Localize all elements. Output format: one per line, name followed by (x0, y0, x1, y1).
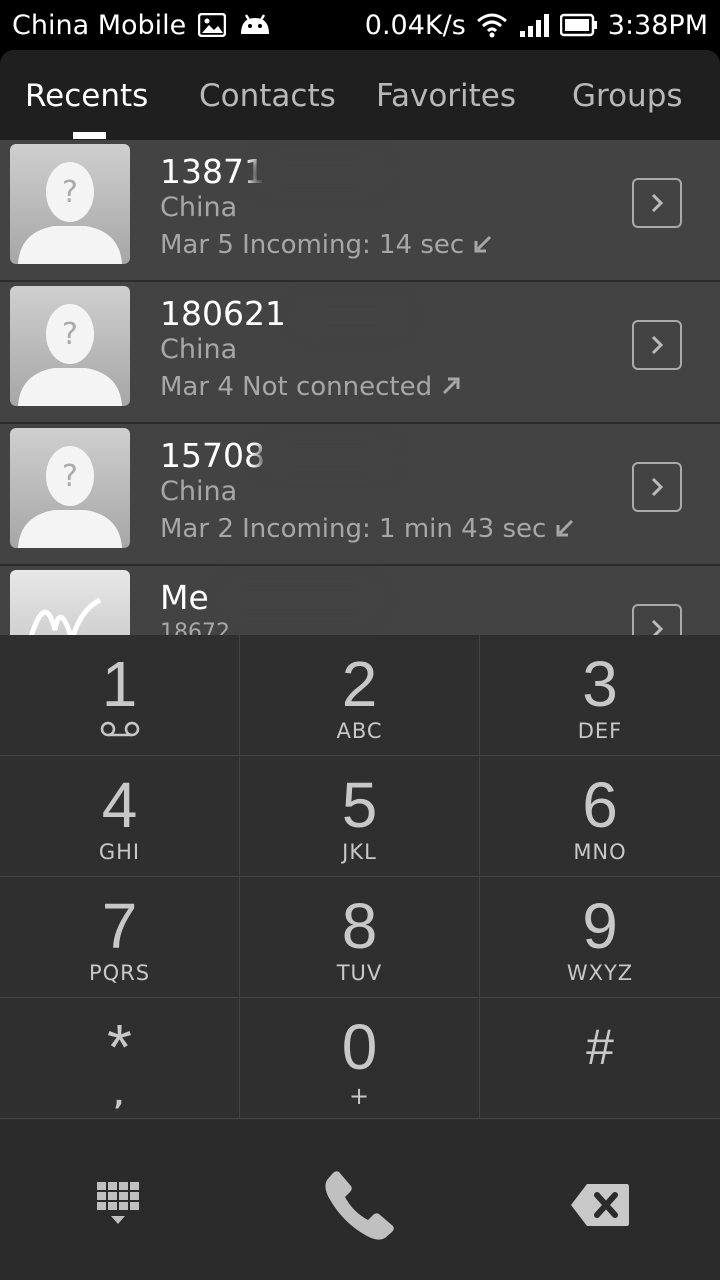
call-row[interactable]: ? 180621 China Mar 4 Not connected (0, 282, 720, 424)
redaction-blur (215, 580, 385, 620)
incoming-call-arrow-icon (556, 514, 574, 544)
dialpad-key-1[interactable]: 1 (0, 635, 240, 756)
key-digit: 0 (341, 1011, 378, 1083)
key-digit: * (107, 1011, 132, 1083)
call-location: China (160, 192, 238, 223)
voicemail-icon (100, 721, 140, 741)
key-digit: 1 (101, 648, 138, 720)
call-detail-text: Mar 5 Incoming: 14 sec (160, 230, 465, 260)
dialpad-key-2[interactable]: 2 ABC (240, 635, 480, 756)
status-bar: China Mobile 0.04K/s 3:38PM (0, 0, 720, 50)
dialpad-key-6[interactable]: 6 MNO (480, 756, 720, 877)
net-speed: 0.04K/s (364, 9, 466, 41)
dialpad-key-8[interactable]: 8 TUV (240, 877, 480, 998)
key-letters: + (348, 1082, 371, 1110)
clock: 3:38PM (607, 9, 708, 41)
tab-groups[interactable]: Groups (572, 78, 683, 114)
call-row[interactable]: ? 15708 China Mar 2 Incoming: 1 min 43 s… (0, 424, 720, 566)
call-detail-button[interactable] (632, 604, 682, 635)
call-detail: Mar 2 Incoming: 1 min 43 sec (160, 514, 574, 544)
tab-contacts[interactable]: Contacts (199, 78, 336, 114)
call-button[interactable] (310, 1165, 410, 1245)
call-detail-text: Mar 4 Not connected (160, 372, 433, 402)
call-detail: Mar 4 Not connected (160, 372, 460, 402)
contact-photo-avatar (10, 570, 130, 635)
svg-text:?: ? (62, 317, 78, 352)
key-digit: 6 (582, 769, 618, 841)
dialpad-key-3[interactable]: 3 DEF (480, 635, 720, 756)
phone-app-panel: Recents Contacts Favorites Groups ? 1387… (0, 50, 720, 1280)
dialpad-key-4[interactable]: 4 GHI (0, 756, 240, 877)
chevron-right-icon (651, 335, 664, 355)
backspace-button[interactable] (550, 1165, 650, 1245)
key-letters: TUV (336, 961, 383, 985)
call-row[interactable]: Me 18672 (0, 566, 720, 635)
dialpad-key-7[interactable]: 7 PQRS (0, 877, 240, 998)
key-digit: 7 (101, 890, 138, 962)
battery-icon (559, 13, 598, 37)
android-icon (238, 12, 272, 38)
call-location: China (160, 476, 238, 507)
signal-icon (518, 12, 550, 38)
svg-text:?: ? (62, 459, 78, 494)
tab-bar: Recents Contacts Favorites Groups (0, 50, 720, 140)
key-letters: MNO (573, 840, 627, 864)
incoming-call-arrow-icon (474, 230, 492, 260)
tab-favorites[interactable]: Favorites (376, 78, 516, 114)
key-letters: DEF (577, 719, 623, 743)
outgoing-call-arrow-icon (442, 372, 460, 402)
dialpad: 1 2 ABC 3 DEF 4 GHI 5 JKL 6 MNO 7 PQRS 8… (0, 635, 720, 1120)
key-digit: 3 (582, 648, 618, 720)
redaction-blur (290, 296, 410, 336)
recent-calls-list[interactable]: ? 13871 China Mar 5 Incoming: 14 sec ? 1… (0, 140, 720, 635)
chevron-right-icon (651, 193, 664, 213)
call-location: 18672 (160, 620, 230, 635)
key-digit: 8 (341, 890, 378, 962)
dialpad-key-9[interactable]: 9 WXYZ (480, 877, 720, 998)
chevron-right-icon (651, 619, 664, 635)
chevron-right-icon (651, 477, 664, 497)
wifi-icon (476, 12, 508, 38)
dialpad-toggle-icon (97, 1182, 139, 1224)
key-letters: JKL (342, 840, 377, 864)
image-notification-icon (198, 13, 227, 37)
dialpad-key-0[interactable]: 0 + (240, 998, 480, 1119)
dialpad-key-star[interactable]: * , (0, 998, 240, 1119)
key-letters: GHI (98, 840, 141, 864)
dialpad-key-hash[interactable]: # (480, 998, 720, 1119)
redaction-blur (250, 154, 390, 194)
redaction-blur (258, 438, 398, 478)
key-letters: WXYZ (566, 961, 634, 985)
key-letters: PQRS (88, 961, 151, 985)
dialer-action-bar (0, 1120, 720, 1280)
carrier-label: China Mobile (12, 9, 187, 41)
contact-name: Me (160, 578, 209, 617)
tab-recents[interactable]: Recents (25, 78, 148, 114)
call-number: 15708 (160, 436, 265, 475)
unknown-contact-avatar-icon: ? (10, 144, 130, 264)
call-detail-text: Mar 2 Incoming: 1 min 43 sec (160, 514, 547, 544)
call-detail: Mar 5 Incoming: 14 sec (160, 230, 492, 260)
key-digit: 4 (101, 769, 138, 841)
call-icon (325, 1171, 394, 1240)
key-digit: 2 (341, 648, 378, 720)
unknown-contact-avatar-icon: ? (10, 428, 130, 548)
active-tab-indicator (73, 132, 106, 139)
dialpad-key-5[interactable]: 5 JKL (240, 756, 480, 877)
backspace-icon (571, 1184, 629, 1226)
key-letters: , (114, 1082, 125, 1112)
dialpad-toggle-button[interactable] (68, 1165, 168, 1245)
call-number: 180621 (160, 294, 286, 333)
key-letters: ABC (336, 719, 383, 743)
unknown-contact-avatar-icon: ? (10, 286, 130, 406)
call-row[interactable]: ? 13871 China Mar 5 Incoming: 14 sec (0, 140, 720, 282)
call-detail-button[interactable] (632, 462, 682, 512)
key-digit: # (586, 1019, 614, 1075)
call-detail-button[interactable] (632, 178, 682, 228)
key-digit: 9 (582, 890, 618, 962)
svg-text:?: ? (62, 175, 78, 210)
key-digit: 5 (341, 769, 378, 841)
call-location: China (160, 334, 238, 365)
call-detail-button[interactable] (632, 320, 682, 370)
